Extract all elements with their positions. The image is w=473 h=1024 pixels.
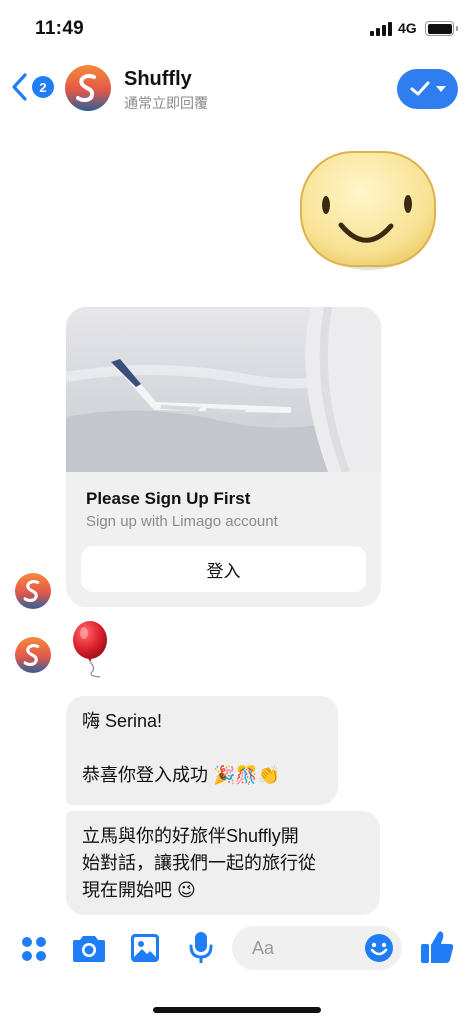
avatar[interactable] xyxy=(65,65,111,111)
response-status: 通常立即回覆 xyxy=(124,95,208,111)
back-chevron-icon xyxy=(12,73,27,101)
checkmark-icon xyxy=(410,81,429,96)
camera-icon[interactable] xyxy=(72,933,106,963)
message-composer: Aa xyxy=(0,918,473,978)
emoji-icon[interactable] xyxy=(364,933,394,963)
card-subtitle: Sign up with Limago account xyxy=(86,513,278,530)
signal-icon xyxy=(370,22,394,36)
thumbs-up-icon[interactable] xyxy=(419,929,455,965)
unread-badge: 2 xyxy=(32,76,54,98)
chat-header: 2 Shuffly 通常立即回覆 xyxy=(0,58,473,118)
input-placeholder: Aa xyxy=(252,938,275,958)
message-bubble[interactable]: 立馬與你的好旅伴Shuffly開 始對話，讓我們一起的旅行從 現在開始吧 😉 xyxy=(66,811,380,915)
message-bubble[interactable]: 嗨 Serina! 恭喜你登入成功 🎉🎊👏 xyxy=(66,696,338,805)
message-text: 始對話，讓我們一起的旅行從 xyxy=(82,853,316,873)
battery-icon xyxy=(425,21,458,36)
image-icon[interactable] xyxy=(130,933,160,963)
done-button[interactable] xyxy=(397,69,458,109)
home-indicator xyxy=(153,1007,321,1013)
status-bar: 11:49 4G xyxy=(0,0,473,58)
contact-name[interactable]: Shuffly xyxy=(124,68,192,91)
message-text: 嗨 Serina! xyxy=(82,711,163,731)
microphone-icon[interactable] xyxy=(189,931,213,965)
apps-icon[interactable] xyxy=(20,935,48,963)
message-text: 現在開始吧 😉 xyxy=(82,880,196,900)
message-input[interactable]: Aa xyxy=(232,926,402,970)
status-time: 11:49 xyxy=(35,18,85,39)
signup-card: Please Sign Up First Sign up with Limago… xyxy=(66,307,381,607)
sender-avatar[interactable] xyxy=(15,573,51,609)
login-button[interactable]: 登入 xyxy=(81,546,366,592)
card-title: Please Sign Up First xyxy=(86,489,251,508)
airplane-wing-image xyxy=(66,307,381,472)
message-text: 立馬與你的好旅伴Shuffly開 xyxy=(82,826,299,846)
caret-down-icon xyxy=(435,86,446,92)
sender-avatar[interactable] xyxy=(15,637,51,673)
smiley-sticker[interactable] xyxy=(298,150,438,272)
balloon-emoji[interactable] xyxy=(70,620,114,678)
message-text: 恭喜你登入成功 🎉🎊👏 xyxy=(82,765,281,785)
back-button[interactable]: 2 xyxy=(8,70,58,106)
network-label: 4G xyxy=(398,20,417,36)
